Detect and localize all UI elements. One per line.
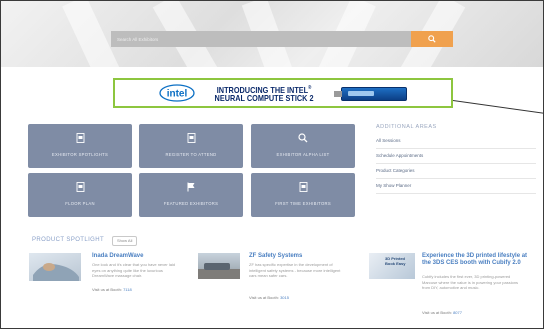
booth-link[interactable]: 7118	[123, 287, 132, 292]
product-description: One look and it's clear that you have ne…	[92, 262, 176, 279]
search-button[interactable]	[411, 31, 453, 47]
product-image-text: 3D Printed Book Easy	[385, 256, 406, 266]
product-description: ZF has specific expertise in the develop…	[249, 262, 341, 279]
product-image[interactable]	[29, 253, 81, 281]
search-icon	[298, 133, 308, 143]
callout-line	[452, 100, 543, 118]
tile-label: REGISTER TO ATTEND	[165, 152, 217, 157]
booth-info: Visit us at Booth: 3015	[249, 295, 289, 300]
sidebar-item-schedule-appointments[interactable]: Schedule Appointments	[376, 149, 536, 164]
booth-link[interactable]: 3015	[280, 295, 289, 300]
tile-label: FEATURED EXHIBITORS	[163, 201, 219, 206]
tile-label: EXHIBITOR ALPHA LIST	[276, 152, 330, 157]
search-bar	[111, 31, 453, 47]
product-image[interactable]	[198, 253, 240, 279]
spotlight-title: PRODUCT SPOTLIGHT	[32, 237, 105, 243]
sidebar-title: ADDITIONAL AREAS	[376, 124, 437, 130]
search-icon	[428, 35, 436, 43]
document-icon	[76, 133, 84, 143]
product-title[interactable]: Inada DreamWave	[92, 253, 192, 260]
search-input[interactable]	[111, 31, 411, 47]
tile-exhibitor-alpha-list[interactable]: EXHIBITOR ALPHA LIST	[251, 124, 355, 168]
show-all-button[interactable]: Show All	[112, 236, 138, 246]
booth-info: Visit us at Booth: 7118	[92, 287, 132, 292]
product-description: Cubify includes the first ever, 3D print…	[422, 274, 519, 291]
document-icon	[299, 182, 307, 192]
intel-logo: intel	[159, 84, 195, 102]
svg-text:intel: intel	[167, 89, 188, 100]
tile-exhibitor-spotlights[interactable]: EXHIBITOR SPOTLIGHTS	[28, 124, 132, 168]
tile-label: FLOOR PLAN	[65, 201, 95, 206]
hero-banner	[1, 1, 543, 67]
tile-label: FIRST TIME EXHIBITORS	[275, 201, 331, 206]
product-title[interactable]: Experience the 3D printed lifestyle at t…	[422, 253, 534, 266]
sidebar-item-all-sessions[interactable]: All Sessions	[376, 134, 536, 149]
booth-info: Visit us at Booth: 8077	[422, 310, 462, 315]
tile-label: EXHIBITOR SPOTLIGHTS	[51, 152, 109, 157]
flag-icon	[187, 182, 195, 192]
banner-headline: INTRODUCING THE INTEL® NEURAL COMPUTE ST…	[209, 84, 319, 103]
document-icon	[76, 182, 84, 192]
sidebar-list: All Sessions Schedule Appointments Produ…	[376, 134, 536, 194]
page: intel INTRODUCING THE INTEL® NEURAL COMP…	[0, 0, 544, 329]
product-title[interactable]: ZF Safety Systems	[249, 253, 349, 260]
tile-floor-plan[interactable]: FLOOR PLAN	[28, 173, 132, 217]
banner-trademark: ®	[308, 84, 312, 91]
booth-link[interactable]: 8077	[453, 310, 462, 315]
compute-stick-image	[334, 87, 407, 101]
tile-register-to-attend[interactable]: REGISTER TO ATTEND	[139, 124, 243, 168]
banner-line2: NEURAL COMPUTE STICK 2	[214, 92, 314, 103]
tile-first-time-exhibitors[interactable]: FIRST TIME EXHIBITORS	[251, 173, 355, 217]
document-icon	[187, 133, 195, 143]
ad-banner[interactable]: intel INTRODUCING THE INTEL® NEURAL COMP…	[113, 78, 453, 108]
product-image[interactable]: 3D Printed Book Easy	[369, 253, 415, 279]
sidebar-item-my-show-planner[interactable]: My Show Planner	[376, 179, 536, 194]
tile-featured-exhibitors[interactable]: FEATURED EXHIBITORS	[139, 173, 243, 217]
sidebar-item-product-categories[interactable]: Product Categories	[376, 164, 536, 179]
